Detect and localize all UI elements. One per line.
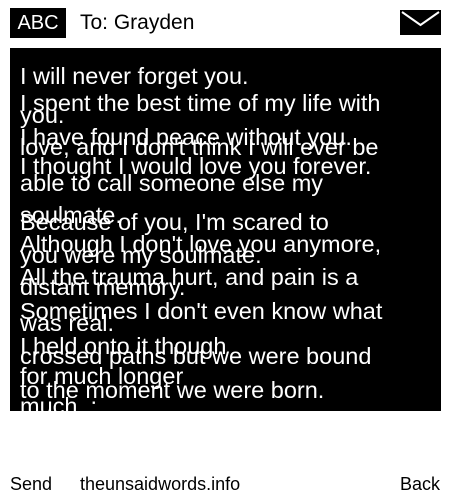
send-button[interactable]: Send xyxy=(10,473,52,495)
message-body[interactable]: I will never forget you. I spent the bes… xyxy=(10,48,441,411)
recipient-label: To: Grayden xyxy=(80,11,195,34)
message-line: I spent the best time of my life with xyxy=(20,90,381,116)
back-button[interactable]: Back xyxy=(400,473,440,495)
message-line: Although I don't love you anymore, xyxy=(20,231,382,257)
message-line: much. : xyxy=(20,393,98,411)
header-bar: ABC To: Grayden xyxy=(0,0,450,44)
envelope-icon[interactable] xyxy=(400,10,441,35)
message-line: I will never forget you. xyxy=(20,63,249,89)
message-line: able to call someone else my xyxy=(20,170,324,196)
site-link[interactable]: theunsaidwords.info xyxy=(80,473,240,495)
message-line: distant memory. xyxy=(20,274,186,300)
input-mode-badge[interactable]: ABC xyxy=(10,8,66,38)
